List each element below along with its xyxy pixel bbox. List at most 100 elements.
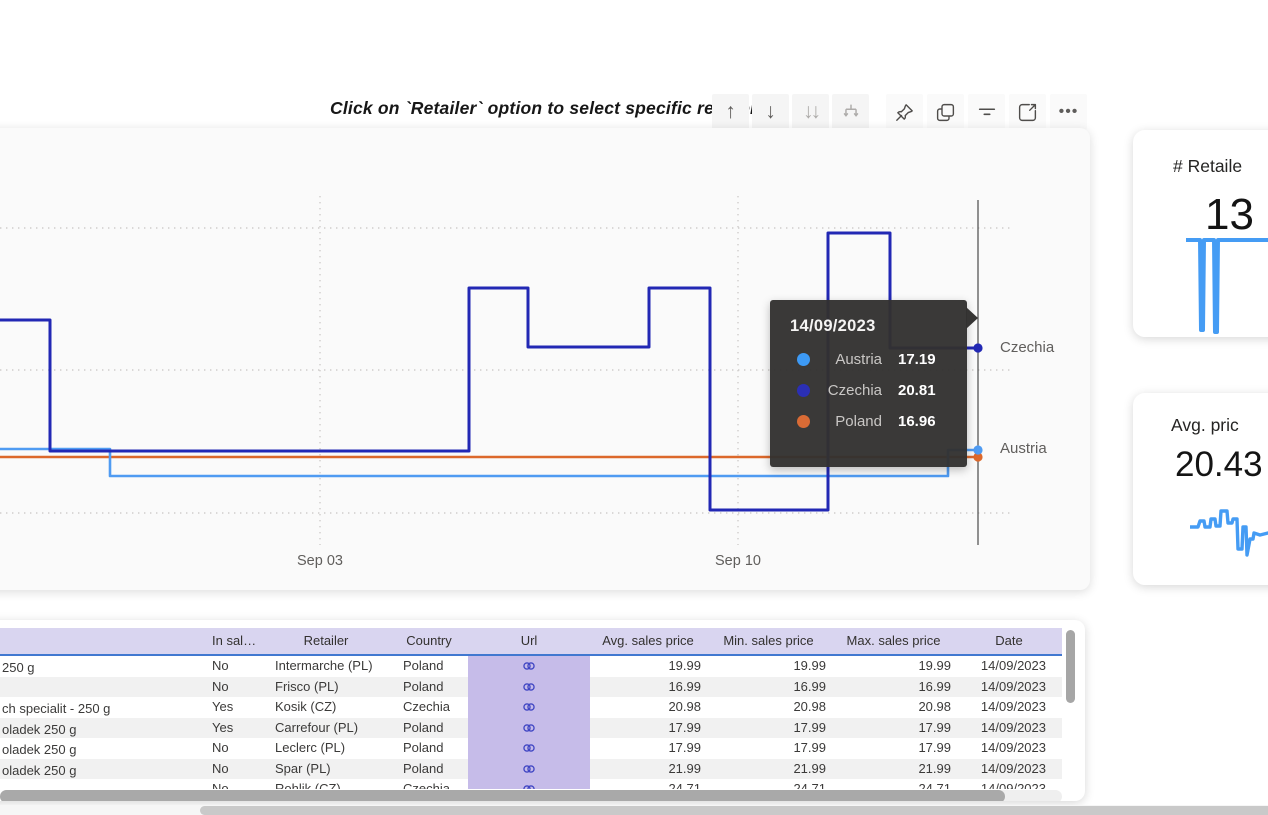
table-cell: 16.99 (793, 678, 826, 694)
table-cell: No (212, 781, 229, 789)
table-cell: 21.99 (793, 760, 826, 776)
table-cell: 14/09/2023 (980, 719, 1046, 735)
table-cell: 19.99 (918, 658, 951, 673)
table-row[interactable]: 250 g No Intermarche (PL) Poland 19.99 19.99 1… (0, 656, 1062, 677)
tooltip-series-dot-icon (797, 353, 810, 366)
link-icon[interactable] (521, 659, 537, 673)
url-cell[interactable] (468, 779, 590, 789)
table-cell: 17.99 (918, 719, 951, 735)
table-horizontal-scrollbar-thumb[interactable] (0, 790, 1005, 801)
retailer-price-table-card: In sal… Retailer Country Url Avg. sales pric… (0, 620, 1085, 801)
url-cell[interactable] (468, 676, 590, 697)
toolbar-drill-next-level-button[interactable]: ↓↓ (792, 94, 829, 130)
table-cell: 24.71 (918, 781, 951, 789)
toolbar-pin-button[interactable] (886, 94, 923, 130)
link-icon[interactable] (521, 700, 537, 714)
table-vertical-scrollbar-thumb[interactable] (1066, 630, 1075, 703)
toolbar-copy-button[interactable] (927, 94, 964, 130)
table-cell: 17.99 (668, 740, 701, 755)
table-cell: Czechia (403, 699, 450, 714)
table-cell: 17.99 (793, 719, 826, 735)
kpi-value: 20.43 (1175, 445, 1263, 484)
url-cell[interactable] (468, 697, 590, 718)
page-horizontal-scrollbar[interactable] (0, 805, 1268, 815)
tooltip-series-label: Austria (835, 351, 882, 368)
toolbar-filter-button[interactable] (968, 94, 1005, 130)
link-icon[interactable] (521, 782, 537, 789)
tooltip-series-row: Czechia 20.81 (770, 375, 967, 406)
toolbar-drill-down-button[interactable]: ↓ (752, 94, 789, 130)
table-cell: Poland (403, 658, 444, 673)
tooltip-series-label: Czechia (827, 382, 882, 399)
table-cell: 16.99 (918, 678, 951, 694)
sparkline-path (1190, 509, 1268, 557)
table-row[interactable]: No Rohlik (CZ) Czechia 24.71 24.71 24.71 14/09… (0, 779, 1062, 789)
page-horizontal-scrollbar-thumb[interactable] (200, 806, 1268, 815)
url-cell[interactable] (468, 656, 590, 677)
url-cell[interactable] (468, 717, 590, 738)
table-cell: 14/09/2023 (980, 740, 1046, 755)
table-cell: 19.99 (793, 658, 826, 673)
x-axis-tick-label: Sep 03 (297, 553, 343, 569)
link-icon[interactable] (521, 741, 537, 755)
table-cell: 20.98 (668, 699, 701, 714)
table-row[interactable]: oladek 250 g No Leclerc (PL) Poland 17.99 17.… (0, 738, 1062, 759)
tooltip-series-row: Poland 16.96 (770, 406, 967, 437)
link-icon[interactable] (521, 721, 537, 735)
kpi-sparkline (1186, 238, 1268, 334)
link-icon[interactable] (521, 680, 537, 694)
column-header-country[interactable]: Country (390, 628, 468, 654)
series-marker-dot-austria (973, 445, 983, 455)
table-cell: No (212, 740, 229, 755)
table-cell: 14/09/2023 (980, 678, 1046, 694)
table-cell: oladek 250 g (2, 762, 77, 778)
table-cell: Poland (403, 740, 444, 755)
table-cell: 24.71 (668, 781, 701, 789)
column-header-date[interactable]: Date (956, 628, 1062, 654)
table-horizontal-scrollbar[interactable] (0, 790, 1062, 801)
kpi-card-retailers[interactable]: # Retaile 13 (1133, 130, 1268, 337)
dashboard-page: Click on `Retailer` option to select spe… (0, 0, 1268, 815)
toolbar-focus-mode-button[interactable] (1009, 94, 1046, 130)
column-header-url[interactable]: Url (468, 628, 590, 654)
toolbar-more-options-button[interactable]: ••• (1050, 94, 1087, 130)
table-cell: Frisco (PL) (275, 678, 339, 694)
table-cell: Kosik (CZ) (275, 699, 337, 714)
link-icon[interactable] (521, 762, 537, 776)
toolbar-expand-all-button[interactable] (832, 94, 869, 130)
table-row[interactable]: ch specialit - 250 g Yes Kosik (CZ) Czechia… (0, 697, 1062, 718)
toolbar-drill-up-button[interactable]: ↑ (712, 94, 749, 130)
series-edge-label: Austria (1000, 440, 1047, 457)
tooltip-series-value: 16.96 (898, 413, 936, 430)
table-cell: 14/09/2023 (980, 760, 1046, 776)
table-cell: Yes (212, 699, 234, 714)
table-cell: 14/09/2023 (980, 699, 1046, 714)
kpi-title: Avg. pric (1171, 415, 1239, 435)
column-header-max-sales-price[interactable]: Max. sales price (831, 628, 956, 654)
column-header-avg-sales-price[interactable]: Avg. sales price (590, 628, 706, 654)
url-cell[interactable] (468, 738, 590, 759)
column-header-product[interactable] (0, 628, 200, 654)
table-cell: Yes (212, 719, 234, 735)
kpi-card-avg-price[interactable]: Avg. pric 20.43 (1133, 393, 1268, 585)
table-cell: 21.99 (918, 760, 951, 776)
table-cell: oladek 250 g (2, 742, 77, 757)
tooltip-series-row: Austria 17.19 (770, 344, 967, 375)
url-cell[interactable] (468, 758, 590, 779)
column-header-min-sales-price[interactable]: Min. sales price (706, 628, 831, 654)
chart-tooltip: 14/09/2023 Austria 17.19 Czechia 20.81 Polan… (770, 300, 978, 467)
x-axis-tick-label: Sep 10 (715, 553, 761, 569)
table-cell: oladek 250 g (2, 721, 77, 737)
table-cell (0, 677, 200, 698)
table-row[interactable]: oladek 250 g Yes Carrefour (PL) Poland 17.99… (0, 717, 1062, 738)
table-cell: 24.71 (793, 781, 826, 789)
tooltip-series-label: Poland (835, 413, 882, 430)
table-row[interactable]: No Frisco (PL) Poland 16.99 16.99 16.99 14/09/… (0, 676, 1062, 698)
column-header-retailer[interactable]: Retailer (262, 628, 390, 654)
table-cell: 19.99 (668, 658, 701, 673)
column-header-in-sal-[interactable]: In sal… (200, 628, 262, 654)
table-cell: No (212, 678, 229, 694)
table-row[interactable]: oladek 250 g No Spar (PL) Poland 21.99 21.99 2… (0, 758, 1062, 779)
table-cell: Rohlik (CZ) (275, 781, 341, 789)
table-header-row: In sal… Retailer Country Url Avg. sales pric… (0, 628, 1062, 656)
